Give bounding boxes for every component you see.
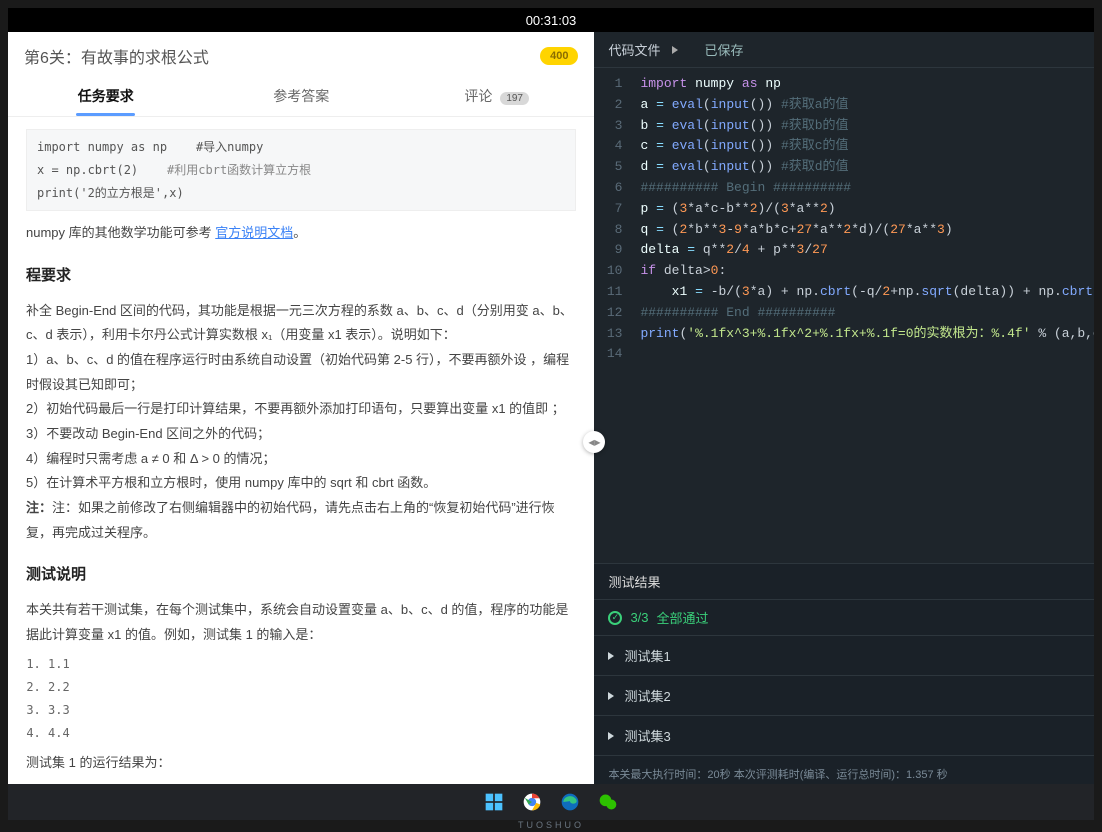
req-note: 注：注：如果之前修改了右侧编辑器中的初始代码，请先点击右上角的“恢复初始代码”进… — [26, 496, 576, 545]
test-set-label: 测试集1 — [624, 646, 670, 665]
numpy-doc-paragraph: numpy 库的其他数学功能可参考 官方说明文档。 — [26, 221, 576, 246]
windows-start-icon[interactable] — [483, 791, 505, 813]
editor-header: 代码文件 已保存 — [594, 32, 1094, 68]
editor-panel: 代码文件 已保存 1 2 3 4 5 6 7 8 9 10 11 12 13 1… — [594, 32, 1094, 792]
chrome-icon[interactable] — [521, 791, 543, 813]
comments-count-badge: 197 — [500, 92, 529, 105]
problem-tabs: 任务要求 参考答案 评论 197 — [8, 76, 594, 117]
pass-label: 全部通过 — [657, 608, 709, 627]
test-input-list: 1.1 2.2 3.3 4.4 — [26, 653, 576, 744]
problem-panel: 第6关：有故事的求根公式 400 任务要求 参考答案 评论 197 import… — [8, 32, 594, 792]
tab-comments-label: 评论 — [464, 88, 492, 104]
check-icon: ✓ — [608, 611, 622, 625]
edge-icon[interactable] — [559, 791, 581, 813]
test-set-1[interactable]: 测试集1 — [594, 635, 1094, 675]
req-intro: 补全 Begin-End 区间的代码，其功能是根据一元三次方程的系数 a、b、c… — [26, 299, 576, 348]
doc-link[interactable]: 官方说明文档 — [215, 225, 293, 240]
tab-comments[interactable]: 评论 197 — [399, 76, 594, 116]
list-item: 3.3 — [48, 699, 576, 722]
list-item: 1.1 — [48, 653, 576, 676]
chevron-right-icon — [608, 732, 614, 740]
line-gutter: 1 2 3 4 5 6 7 8 9 10 11 12 13 14 — [594, 68, 630, 563]
code-content[interactable]: import numpy as np a = eval(input()) #获取… — [630, 68, 1094, 563]
req-4: 4）编程时只需考虑 a ≠ 0 和 Δ > 0 的情况； — [26, 447, 576, 472]
list-item: 4.4 — [48, 722, 576, 745]
test-intro: 本关共有若干测试集，在每个测试集中，系统会自动设置变量 a、b、c、d 的值，程… — [26, 598, 576, 647]
wechat-icon[interactable] — [597, 791, 619, 813]
test-set-label: 测试集2 — [624, 686, 670, 705]
clock-time: 00:31:03 — [526, 13, 577, 28]
pass-summary: ✓ 3/3 全部通过 — [594, 600, 1094, 635]
req-3: 3）不要改动 Begin-End 区间之外的代码； — [26, 422, 576, 447]
results-title: 测试结果 — [594, 564, 1094, 600]
chevron-right-icon — [608, 692, 614, 700]
monitor-brand: TUOSHUO — [0, 820, 1102, 830]
req-5: 5）在计算术平方根和立方根时，使用 numpy 库中的 sqrt 和 cbrt … — [26, 471, 576, 496]
saved-status: 已保存 — [704, 40, 743, 59]
test-set-3[interactable]: 测试集3 — [594, 715, 1094, 755]
test-set-label: 测试集3 — [624, 726, 670, 745]
points-pill: 400 — [540, 47, 578, 65]
code-editor[interactable]: 1 2 3 4 5 6 7 8 9 10 11 12 13 14 import … — [594, 68, 1094, 563]
test-set-2[interactable]: 测试集2 — [594, 675, 1094, 715]
req-2: 2）初始代码最后一行是打印计算结果，不要再额外添加打印语句，只要算出变量 x1 … — [26, 397, 576, 422]
problem-body[interactable]: import numpy as np #导入numpy x = np.cbrt(… — [8, 117, 594, 792]
system-clock-bar: 00:31:03 — [8, 8, 1094, 32]
chevron-right-icon — [672, 46, 678, 54]
problem-header: 第6关：有故事的求根公式 400 — [8, 32, 594, 68]
test-result-label: 测试集 1 的运行结果为： — [26, 751, 576, 776]
chevron-right-icon — [608, 652, 614, 660]
example-code-snippet: import numpy as np #导入numpy x = np.cbrt(… — [26, 129, 576, 211]
file-tab-label[interactable]: 代码文件 — [608, 40, 660, 59]
heading-test: 测试说明 — [26, 561, 576, 590]
test-results-panel: 测试结果 ✓ 3/3 全部通过 测试集1 测试集2 测试集3 — [594, 563, 1094, 792]
list-item: 2.2 — [48, 676, 576, 699]
tab-task[interactable]: 任务要求 — [8, 76, 203, 116]
windows-taskbar[interactable] — [8, 784, 1094, 820]
req-1: 1）a、b、c、d 的值在程序运行时由系统自动设置（初始代码第 2-5 行），不… — [26, 348, 576, 397]
pass-count: 3/3 — [630, 610, 648, 625]
heading-requirements: 程要求 — [26, 262, 576, 291]
problem-title: 第6关：有故事的求根公式 — [24, 44, 209, 68]
workspace: 第6关：有故事的求根公式 400 任务要求 参考答案 评论 197 import… — [8, 32, 1094, 792]
tab-answer[interactable]: 参考答案 — [203, 76, 398, 116]
pane-resize-handle[interactable]: ◂▸ — [583, 431, 605, 453]
